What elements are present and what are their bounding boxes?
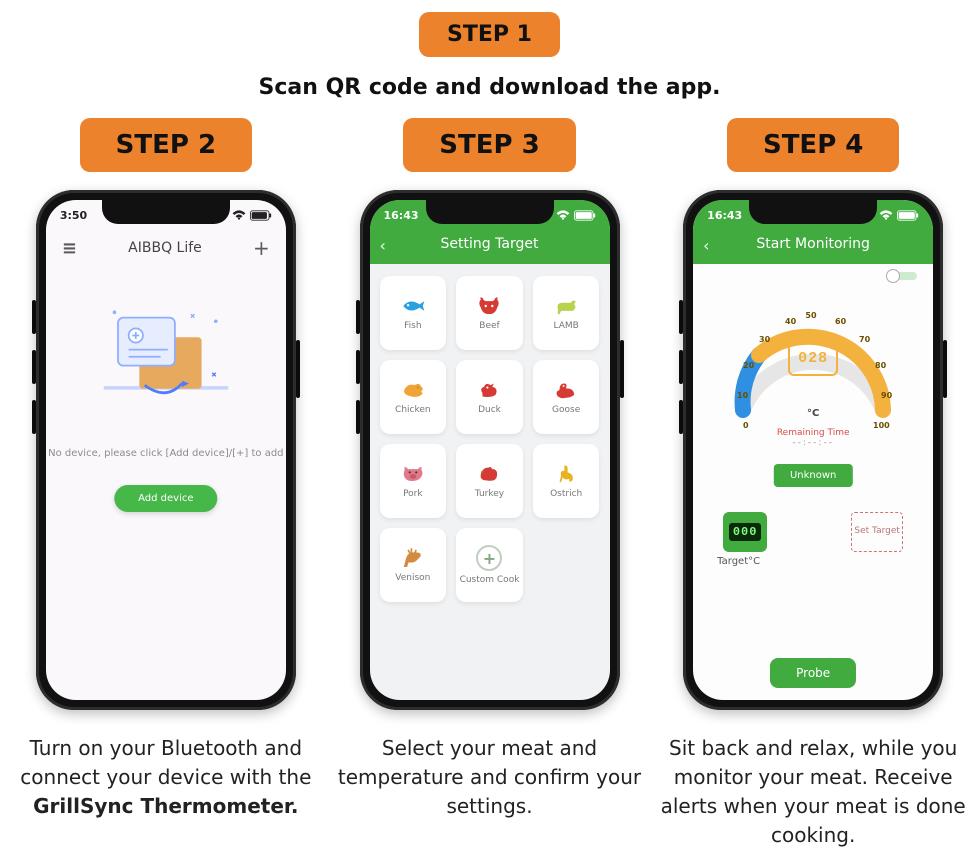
battery-icon <box>574 210 596 221</box>
tile-pork[interactable]: Pork <box>380 444 447 518</box>
step4-column: STEP 4 16:43 ‹ Start Monitoring <box>655 118 971 850</box>
status-time: 16:43 <box>707 209 742 222</box>
plus-circle-icon: + <box>476 545 502 571</box>
wifi-icon <box>556 210 570 220</box>
tile-lamb[interactable]: LAMB <box>533 276 600 350</box>
phone-step4: 16:43 ‹ Start Monitoring <box>683 190 943 710</box>
tile-duck[interactable]: Duck <box>456 360 523 434</box>
step2-caption: Turn on your Bluetooth and connect your … <box>8 734 324 821</box>
meat-grid: Fish Beef LAMB Chicken Duck Goose Pork T… <box>380 276 600 602</box>
status-time: 16:43 <box>384 209 419 222</box>
step3-badge: STEP 3 <box>403 118 575 172</box>
tile-ostrich[interactable]: Ostrich <box>533 444 600 518</box>
tile-beef[interactable]: Beef <box>456 276 523 350</box>
wifi-icon <box>879 210 893 220</box>
temp-unit: °C <box>807 408 819 419</box>
svg-text:60: 60 <box>835 317 847 326</box>
battery-icon <box>897 210 919 221</box>
svg-text:70: 70 <box>859 335 871 344</box>
app-bar: ≡ AIBBQ Life + <box>46 230 286 266</box>
svg-text:40: 40 <box>785 317 797 326</box>
add-icon[interactable]: + <box>253 236 270 260</box>
phone-notch <box>426 200 554 224</box>
step1-header: STEP 1 Scan QR code and download the app… <box>8 12 971 100</box>
target-temp-display: 000 <box>723 512 767 552</box>
temp-display: 028 <box>788 340 838 376</box>
app-title: AIBBQ Life <box>128 240 202 256</box>
phone-notch <box>749 200 877 224</box>
monitoring-toggle[interactable] <box>889 272 917 280</box>
status-time: 3:50 <box>60 209 87 222</box>
remaining-time: Remaining Time --:--:-- <box>693 428 933 448</box>
svg-text:90: 90 <box>881 391 893 400</box>
battery-icon <box>250 210 272 221</box>
step1-badge: STEP 1 <box>419 12 560 57</box>
step4-caption: Sit back and relax, while you monitor yo… <box>655 734 971 850</box>
step1-subtitle: Scan QR code and download the app. <box>8 75 971 100</box>
hamburger-icon[interactable]: ≡ <box>62 238 77 259</box>
svg-text:50: 50 <box>806 311 818 320</box>
step3-column: STEP 3 16:43 ‹ Setting Target <box>332 118 648 850</box>
empty-state-illustration <box>86 290 246 420</box>
no-device-text: No device, please click [Add device]/[+]… <box>46 448 286 459</box>
step2-badge: STEP 2 <box>80 118 252 172</box>
svg-text:80: 80 <box>875 361 887 370</box>
target-temp-label: Target°C <box>717 556 760 567</box>
unknown-button[interactable]: Unknown <box>774 464 852 487</box>
tile-venison[interactable]: Venison <box>380 528 447 602</box>
step2-column: STEP 2 3:50 ≡ AIBBQ Life + <box>8 118 324 850</box>
wifi-icon <box>232 210 246 220</box>
header-title: Start Monitoring <box>693 236 933 252</box>
svg-text:20: 20 <box>743 361 755 370</box>
tile-goose[interactable]: Goose <box>533 360 600 434</box>
svg-text:30: 30 <box>759 335 771 344</box>
svg-text:10: 10 <box>737 391 749 400</box>
step4-badge: STEP 4 <box>727 118 899 172</box>
tile-turkey[interactable]: Turkey <box>456 444 523 518</box>
set-target-button[interactable]: Set Target <box>851 512 903 552</box>
phone-step3: 16:43 ‹ Setting Target Fish Beef LAMB Ch <box>360 190 620 710</box>
phone-notch <box>102 200 230 224</box>
phone-step2: 3:50 ≡ AIBBQ Life + <box>36 190 296 710</box>
tile-fish[interactable]: Fish <box>380 276 447 350</box>
add-device-button[interactable]: Add device <box>114 485 217 512</box>
header-title: Setting Target <box>370 236 610 252</box>
tile-chicken[interactable]: Chicken <box>380 360 447 434</box>
step3-caption: Select your meat and temperature and con… <box>332 734 648 821</box>
tile-custom-cook[interactable]: +Custom Cook <box>456 528 523 602</box>
probe-button[interactable]: Probe <box>770 658 856 688</box>
